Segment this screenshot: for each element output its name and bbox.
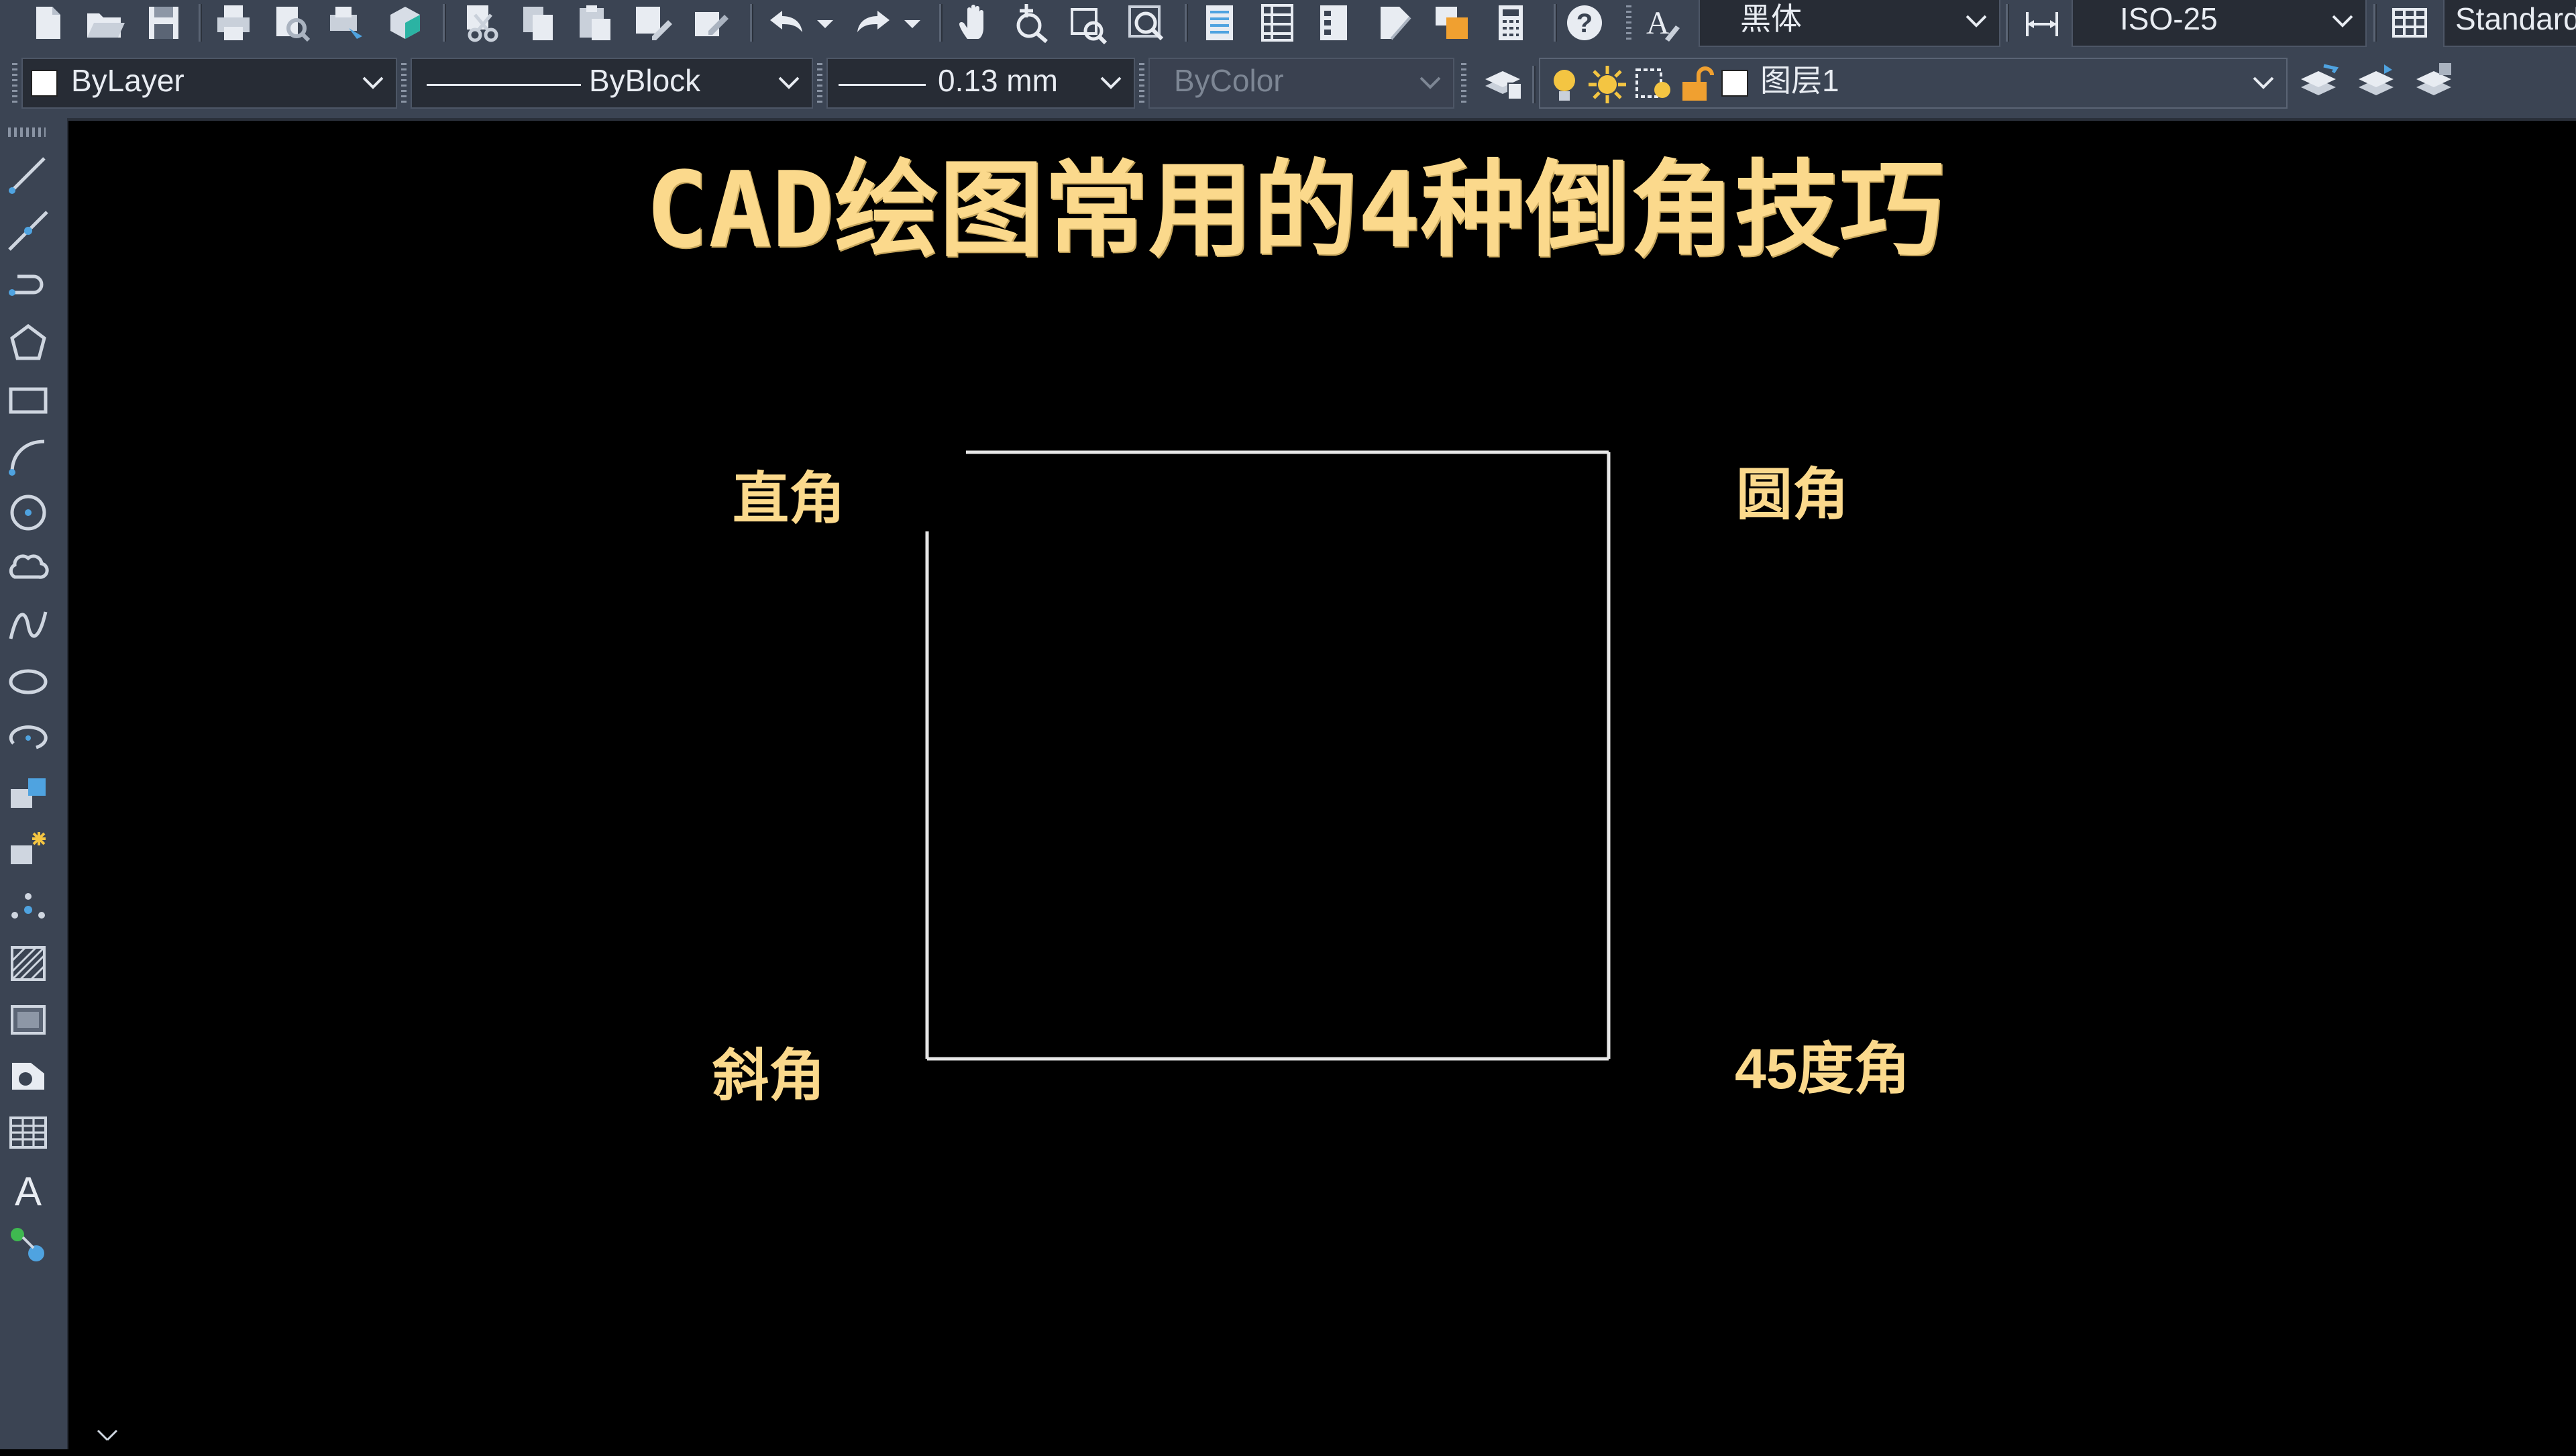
- color-select[interactable]: ByLayer: [21, 58, 397, 109]
- hatch-icon[interactable]: [7, 942, 50, 985]
- layer-select[interactable]: 图层1: [1539, 58, 2288, 109]
- properties-toolbar: ByLayer ByBlock 0.13 mm ByColor 图层1: [0, 48, 2576, 121]
- tool-palettes-icon[interactable]: [1312, 1, 1355, 44]
- pan-icon[interactable]: [955, 1, 998, 44]
- svg-text:A: A: [15, 1169, 42, 1210]
- text-style-select[interactable]: 黑体: [1699, 0, 2000, 47]
- polyline-icon[interactable]: [7, 266, 50, 309]
- text-style-icon[interactable]: A: [1641, 1, 1684, 44]
- zoom-previous-icon[interactable]: [1124, 1, 1167, 44]
- label-right-angle: 直角: [733, 467, 846, 530]
- arc-icon[interactable]: [7, 435, 50, 478]
- make-current-layer-icon[interactable]: [2297, 60, 2340, 103]
- lineweight-select[interactable]: 0.13 mm: [826, 58, 1135, 109]
- table-style-icon[interactable]: [2388, 1, 2431, 44]
- rectangle-icon[interactable]: [7, 378, 50, 421]
- ellipse-arc-icon[interactable]: [7, 717, 50, 760]
- region-icon[interactable]: [7, 998, 50, 1041]
- match-properties-icon[interactable]: [631, 1, 674, 44]
- table-icon[interactable]: [7, 1111, 50, 1154]
- multiline-text-icon[interactable]: A: [7, 1167, 50, 1214]
- chevron-down-icon: [2250, 59, 2277, 107]
- properties-icon[interactable]: [1198, 1, 1241, 44]
- draw-toolbar: A: [0, 118, 68, 1449]
- dim-style-select[interactable]: ISO-25: [2072, 0, 2367, 47]
- drawing-canvas[interactable]: CAD绘图常用的4种倒角技巧 直角 圆角 斜角 45度角: [68, 121, 2576, 1449]
- add-selected-icon[interactable]: [7, 1224, 50, 1267]
- print-icon[interactable]: [212, 1, 255, 44]
- polygon-icon[interactable]: [7, 322, 50, 365]
- redo-icon[interactable]: [852, 1, 895, 44]
- lineweight-value: 0.13 mm: [938, 63, 1058, 98]
- undo-icon[interactable]: [765, 1, 808, 44]
- plot-style-select: ByColor: [1148, 58, 1454, 109]
- markup-icon[interactable]: [1430, 1, 1473, 44]
- standard-toolbar: ? A 黑体 ISO-25 Standard: [0, 0, 2576, 48]
- sheet-set-icon[interactable]: [1373, 1, 1415, 44]
- layer-viewport-freeze-icon: [1633, 63, 1676, 106]
- chevron-down-icon: [360, 59, 386, 107]
- design-center-icon[interactable]: [1256, 1, 1299, 44]
- layer-previous-icon[interactable]: [2355, 60, 2398, 103]
- publish-icon[interactable]: [325, 1, 368, 44]
- cut-icon[interactable]: [459, 1, 502, 44]
- point-icon[interactable]: [7, 886, 50, 929]
- revision-cloud-icon[interactable]: [7, 548, 50, 590]
- ucs-icon: [97, 1429, 118, 1441]
- save-icon[interactable]: [142, 1, 185, 44]
- text-style-value: 黑体: [1740, 1, 1802, 36]
- layer-name: 图层1: [1760, 63, 1839, 98]
- construction-line-icon[interactable]: [7, 209, 50, 252]
- color-value: ByLayer: [71, 63, 184, 98]
- zoom-window-icon[interactable]: [1067, 1, 1110, 45]
- print-preview-icon[interactable]: [268, 1, 311, 44]
- undo-dropdown-icon[interactable]: [813, 1, 837, 44]
- zoom-realtime-icon[interactable]: [1010, 1, 1053, 44]
- layer-unlock-icon: [1677, 63, 1715, 106]
- gradient-icon[interactable]: [7, 1055, 50, 1098]
- color-swatch: [31, 70, 58, 97]
- lineweight-preview: [839, 84, 926, 86]
- dim-style-value: ISO-25: [2120, 1, 2218, 36]
- chevron-down-icon: [1963, 0, 1990, 46]
- chevron-down-icon: [1417, 59, 1444, 107]
- chevron-down-icon: [1097, 59, 1124, 107]
- layer-on-icon: [1546, 63, 1583, 106]
- linetype-select[interactable]: ByBlock: [411, 58, 813, 109]
- redo-dropdown-icon[interactable]: [900, 1, 924, 44]
- chevron-down-icon: [2329, 0, 2356, 46]
- 3d-print-icon[interactable]: [384, 1, 427, 44]
- linetype-preview: [427, 84, 581, 86]
- layer-color-swatch: [1721, 70, 1748, 97]
- new-icon[interactable]: [27, 1, 70, 44]
- layer-thaw-sun-icon: [1586, 63, 1629, 106]
- plot-style-value: ByColor: [1174, 63, 1284, 98]
- label-bevel-corner: 斜角: [712, 1044, 826, 1107]
- drawing-geometry: [925, 450, 1611, 1061]
- make-block-icon[interactable]: [7, 829, 50, 872]
- table-style-select[interactable]: Standard: [2443, 0, 2576, 47]
- ellipse-icon[interactable]: [7, 660, 50, 703]
- label-round-corner: 圆角: [1736, 463, 1849, 526]
- copy-icon[interactable]: [517, 1, 559, 44]
- help-icon[interactable]: ?: [1563, 1, 1606, 44]
- paste-icon[interactable]: [573, 1, 616, 44]
- quickcalc-icon[interactable]: [1489, 1, 1532, 44]
- spline-icon[interactable]: [7, 604, 50, 647]
- chevron-down-icon: [775, 59, 802, 107]
- line-icon[interactable]: [7, 153, 50, 196]
- insert-block-icon[interactable]: [7, 773, 50, 816]
- layer-states-icon[interactable]: [2412, 60, 2455, 103]
- linetype-value: ByBlock: [589, 63, 701, 98]
- table-style-value: Standard: [2455, 1, 2576, 36]
- svg-text:A: A: [1646, 5, 1670, 41]
- dim-style-icon[interactable]: [2021, 1, 2063, 44]
- layer-properties-icon[interactable]: [1481, 62, 1524, 105]
- svg-text:?: ?: [1576, 9, 1593, 38]
- open-icon[interactable]: [83, 1, 126, 44]
- circle-icon[interactable]: [7, 491, 50, 534]
- block-editor-icon[interactable]: [690, 1, 733, 44]
- label-45-degree-corner: 45度角: [1735, 1037, 1911, 1100]
